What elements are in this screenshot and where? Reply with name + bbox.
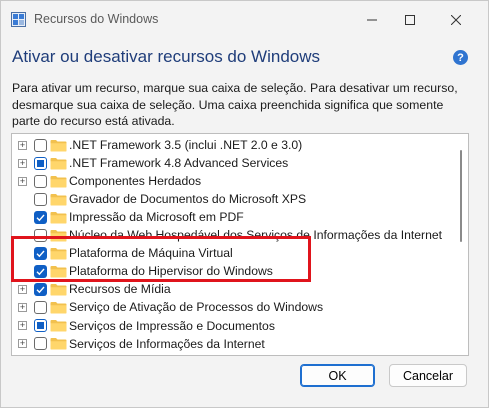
folder-icon bbox=[50, 301, 67, 314]
cancel-button[interactable]: Cancelar bbox=[389, 364, 467, 387]
feature-label: .NET Framework 3.5 (inclui .NET 2.0 e 3.… bbox=[69, 138, 303, 152]
plus-expander-icon[interactable]: + bbox=[18, 176, 27, 186]
feature-label: Gravador de Documentos do Microsoft XPS bbox=[69, 192, 307, 207]
dialog-heading: Ativar ou desativar recursos do Windows bbox=[12, 47, 321, 66]
plus-expander-icon[interactable]: + bbox=[18, 321, 27, 330]
feature-row[interactable]: + Componentes Herdados bbox=[12, 172, 452, 190]
plus-expander-icon[interactable]: + bbox=[18, 140, 27, 150]
feature-label: Serviços de Impressão e Documentos bbox=[69, 318, 275, 333]
help-icon[interactable]: ? bbox=[453, 50, 468, 65]
scrollbar-thumb[interactable] bbox=[460, 150, 462, 242]
feature-checkbox[interactable] bbox=[34, 210, 47, 224]
windows-features-dialog: Recursos do Windows Ativar ou desativar … bbox=[0, 0, 489, 408]
plus-expander-icon[interactable]: + bbox=[18, 339, 27, 349]
feature-label: Serviços de Informações da Internet bbox=[69, 336, 265, 351]
ok-button[interactable]: OK bbox=[300, 364, 375, 387]
feature-checkbox[interactable] bbox=[34, 300, 47, 314]
feature-row[interactable]: Impressão da Microsoft em PDF bbox=[12, 208, 452, 226]
feature-label: Componentes Herdados bbox=[69, 174, 202, 189]
folder-icon bbox=[50, 139, 67, 151]
close-button[interactable] bbox=[433, 1, 479, 39]
feature-checkbox[interactable] bbox=[34, 156, 47, 170]
feature-row[interactable]: + .NET Framework 4.8 Advanced Services bbox=[12, 154, 452, 172]
feature-row[interactable]: + Recursos de Mídia bbox=[12, 280, 452, 298]
folder-icon bbox=[50, 193, 67, 206]
highlight-box bbox=[11, 236, 311, 282]
folder-icon bbox=[50, 283, 67, 296]
plus-expander-icon[interactable]: + bbox=[18, 284, 27, 294]
feature-label: Impressão da Microsoft em PDF bbox=[69, 210, 244, 225]
folder-icon bbox=[50, 157, 67, 170]
feature-label: .NET Framework 4.8 Advanced Services bbox=[69, 156, 289, 171]
folder-icon bbox=[50, 320, 67, 332]
feature-checkbox[interactable] bbox=[34, 337, 47, 351]
folder-icon bbox=[50, 175, 67, 188]
feature-checkbox[interactable] bbox=[34, 138, 47, 152]
feature-row[interactable]: Gravador de Documentos do Microsoft XPS bbox=[12, 190, 452, 208]
folder-icon bbox=[50, 338, 67, 350]
minimize-icon bbox=[367, 19, 377, 21]
folder-icon bbox=[50, 211, 67, 224]
feature-row[interactable]: + .NET Framework 3.5 (inclui .NET 2.0 e 3… bbox=[12, 136, 452, 154]
plus-expander-icon[interactable]: + bbox=[18, 158, 27, 168]
feature-checkbox[interactable] bbox=[34, 319, 47, 332]
window-title: Recursos do Windows bbox=[34, 12, 159, 26]
feature-checkbox[interactable] bbox=[34, 192, 47, 206]
windows-features-icon bbox=[11, 12, 26, 27]
plus-expander-icon[interactable]: + bbox=[18, 302, 27, 312]
close-icon bbox=[451, 15, 461, 25]
feature-checkbox[interactable] bbox=[34, 282, 47, 296]
feature-label: Serviço de Ativação de Processos do Wind… bbox=[69, 300, 324, 315]
dialog-description: Para ativar um recurso, marque sua caixa… bbox=[12, 81, 458, 128]
maximize-button[interactable] bbox=[387, 1, 433, 39]
feature-row[interactable]: + Serviços de Informações da Internet bbox=[12, 335, 452, 353]
feature-row[interactable]: + Serviço de Ativação de Processos do Win… bbox=[12, 298, 452, 316]
feature-checkbox[interactable] bbox=[34, 174, 47, 188]
maximize-icon bbox=[405, 15, 415, 25]
feature-label: Recursos de Mídia bbox=[69, 282, 171, 297]
vertical-scrollbar[interactable] bbox=[456, 134, 466, 355]
title-bar[interactable]: Recursos do Windows bbox=[1, 1, 488, 39]
feature-row[interactable]: + Serviços de Impressão e Documentos bbox=[12, 317, 452, 335]
